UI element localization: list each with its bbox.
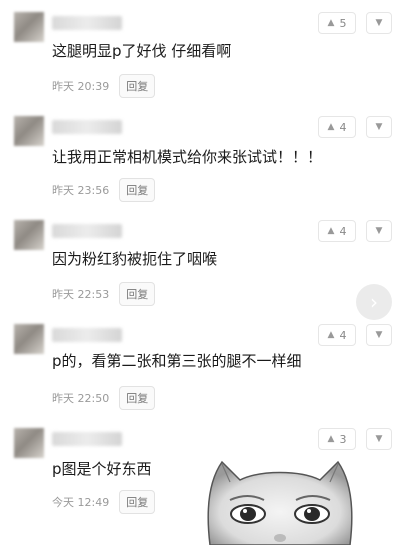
caret-up-icon: ▲ bbox=[327, 122, 335, 132]
avatar[interactable] bbox=[14, 12, 44, 42]
caret-up-icon: ▲ bbox=[327, 226, 335, 236]
comment-text: 让我用正常相机模式给你来张试试！！！ bbox=[52, 148, 323, 166]
username-blurred[interactable] bbox=[52, 328, 122, 342]
vote-count: 4 bbox=[339, 224, 347, 238]
vote-count: 4 bbox=[339, 328, 347, 342]
comment-time: 今天 12:49 bbox=[52, 496, 110, 509]
vote-count: 5 bbox=[339, 16, 347, 30]
upvote-button[interactable]: ▲ 3 bbox=[318, 428, 356, 450]
caret-down-icon: ▼ bbox=[375, 330, 383, 340]
upvote-button[interactable]: ▲ 4 bbox=[318, 324, 356, 346]
downvote-button[interactable]: ▼ bbox=[366, 324, 392, 346]
comment-time: 昨天 22:53 bbox=[52, 288, 110, 301]
vote-count: 4 bbox=[339, 120, 347, 134]
comment-time: 昨天 22:50 bbox=[52, 392, 110, 405]
comment-text: p的，看第二张和第三张的腿不一样细 bbox=[52, 352, 302, 370]
comment-meta: 昨天 20:39 回复 bbox=[52, 74, 156, 98]
comment-time: 昨天 23:56 bbox=[52, 184, 110, 197]
upvote-button[interactable]: ▲ 4 bbox=[318, 116, 356, 138]
avatar[interactable] bbox=[14, 116, 44, 146]
comment-text: p图是个好东西 bbox=[52, 460, 152, 478]
avatar[interactable] bbox=[14, 428, 44, 458]
caret-down-icon: ▼ bbox=[375, 122, 383, 132]
downvote-button[interactable]: ▼ bbox=[366, 116, 392, 138]
caret-down-icon: ▼ bbox=[375, 18, 383, 28]
cat-meme-sticker bbox=[207, 460, 353, 545]
caret-up-icon: ▲ bbox=[327, 434, 335, 444]
chevron-right-icon: › bbox=[370, 290, 378, 314]
username-blurred[interactable] bbox=[52, 16, 122, 30]
avatar[interactable] bbox=[14, 220, 44, 250]
caret-up-icon: ▲ bbox=[327, 330, 335, 340]
comment-meta: 昨天 23:56 回复 bbox=[52, 178, 156, 202]
username-blurred[interactable] bbox=[52, 432, 122, 446]
username-blurred[interactable] bbox=[52, 224, 122, 238]
caret-down-icon: ▼ bbox=[375, 434, 383, 444]
downvote-button[interactable]: ▼ bbox=[366, 220, 392, 242]
reply-button[interactable]: 回复 bbox=[119, 178, 156, 202]
reply-button[interactable]: 回复 bbox=[119, 490, 156, 514]
comment-meta: 今天 12:49 回复 bbox=[52, 490, 156, 514]
caret-up-icon: ▲ bbox=[327, 18, 335, 28]
comment-time: 昨天 20:39 bbox=[52, 80, 110, 93]
next-arrow-button[interactable]: › bbox=[356, 284, 392, 320]
reply-button[interactable]: 回复 bbox=[119, 74, 156, 98]
reply-button[interactable]: 回复 bbox=[119, 386, 156, 410]
vote-count: 3 bbox=[339, 432, 347, 446]
avatar[interactable] bbox=[14, 324, 44, 354]
upvote-button[interactable]: ▲ 4 bbox=[318, 220, 356, 242]
cat-head-shape bbox=[207, 460, 353, 545]
downvote-button[interactable]: ▼ bbox=[366, 428, 392, 450]
downvote-button[interactable]: ▼ bbox=[366, 12, 392, 34]
comment-text: 因为粉红豹被扼住了咽喉 bbox=[52, 250, 218, 268]
comment-meta: 昨天 22:50 回复 bbox=[52, 386, 156, 410]
reply-button[interactable]: 回复 bbox=[119, 282, 156, 306]
comment-text: 这腿明显p了好伐 仔细看啊 bbox=[52, 42, 232, 60]
username-blurred[interactable] bbox=[52, 120, 122, 134]
upvote-button[interactable]: ▲ 5 bbox=[318, 12, 356, 34]
comment-meta: 昨天 22:53 回复 bbox=[52, 282, 156, 306]
caret-down-icon: ▼ bbox=[375, 226, 383, 236]
